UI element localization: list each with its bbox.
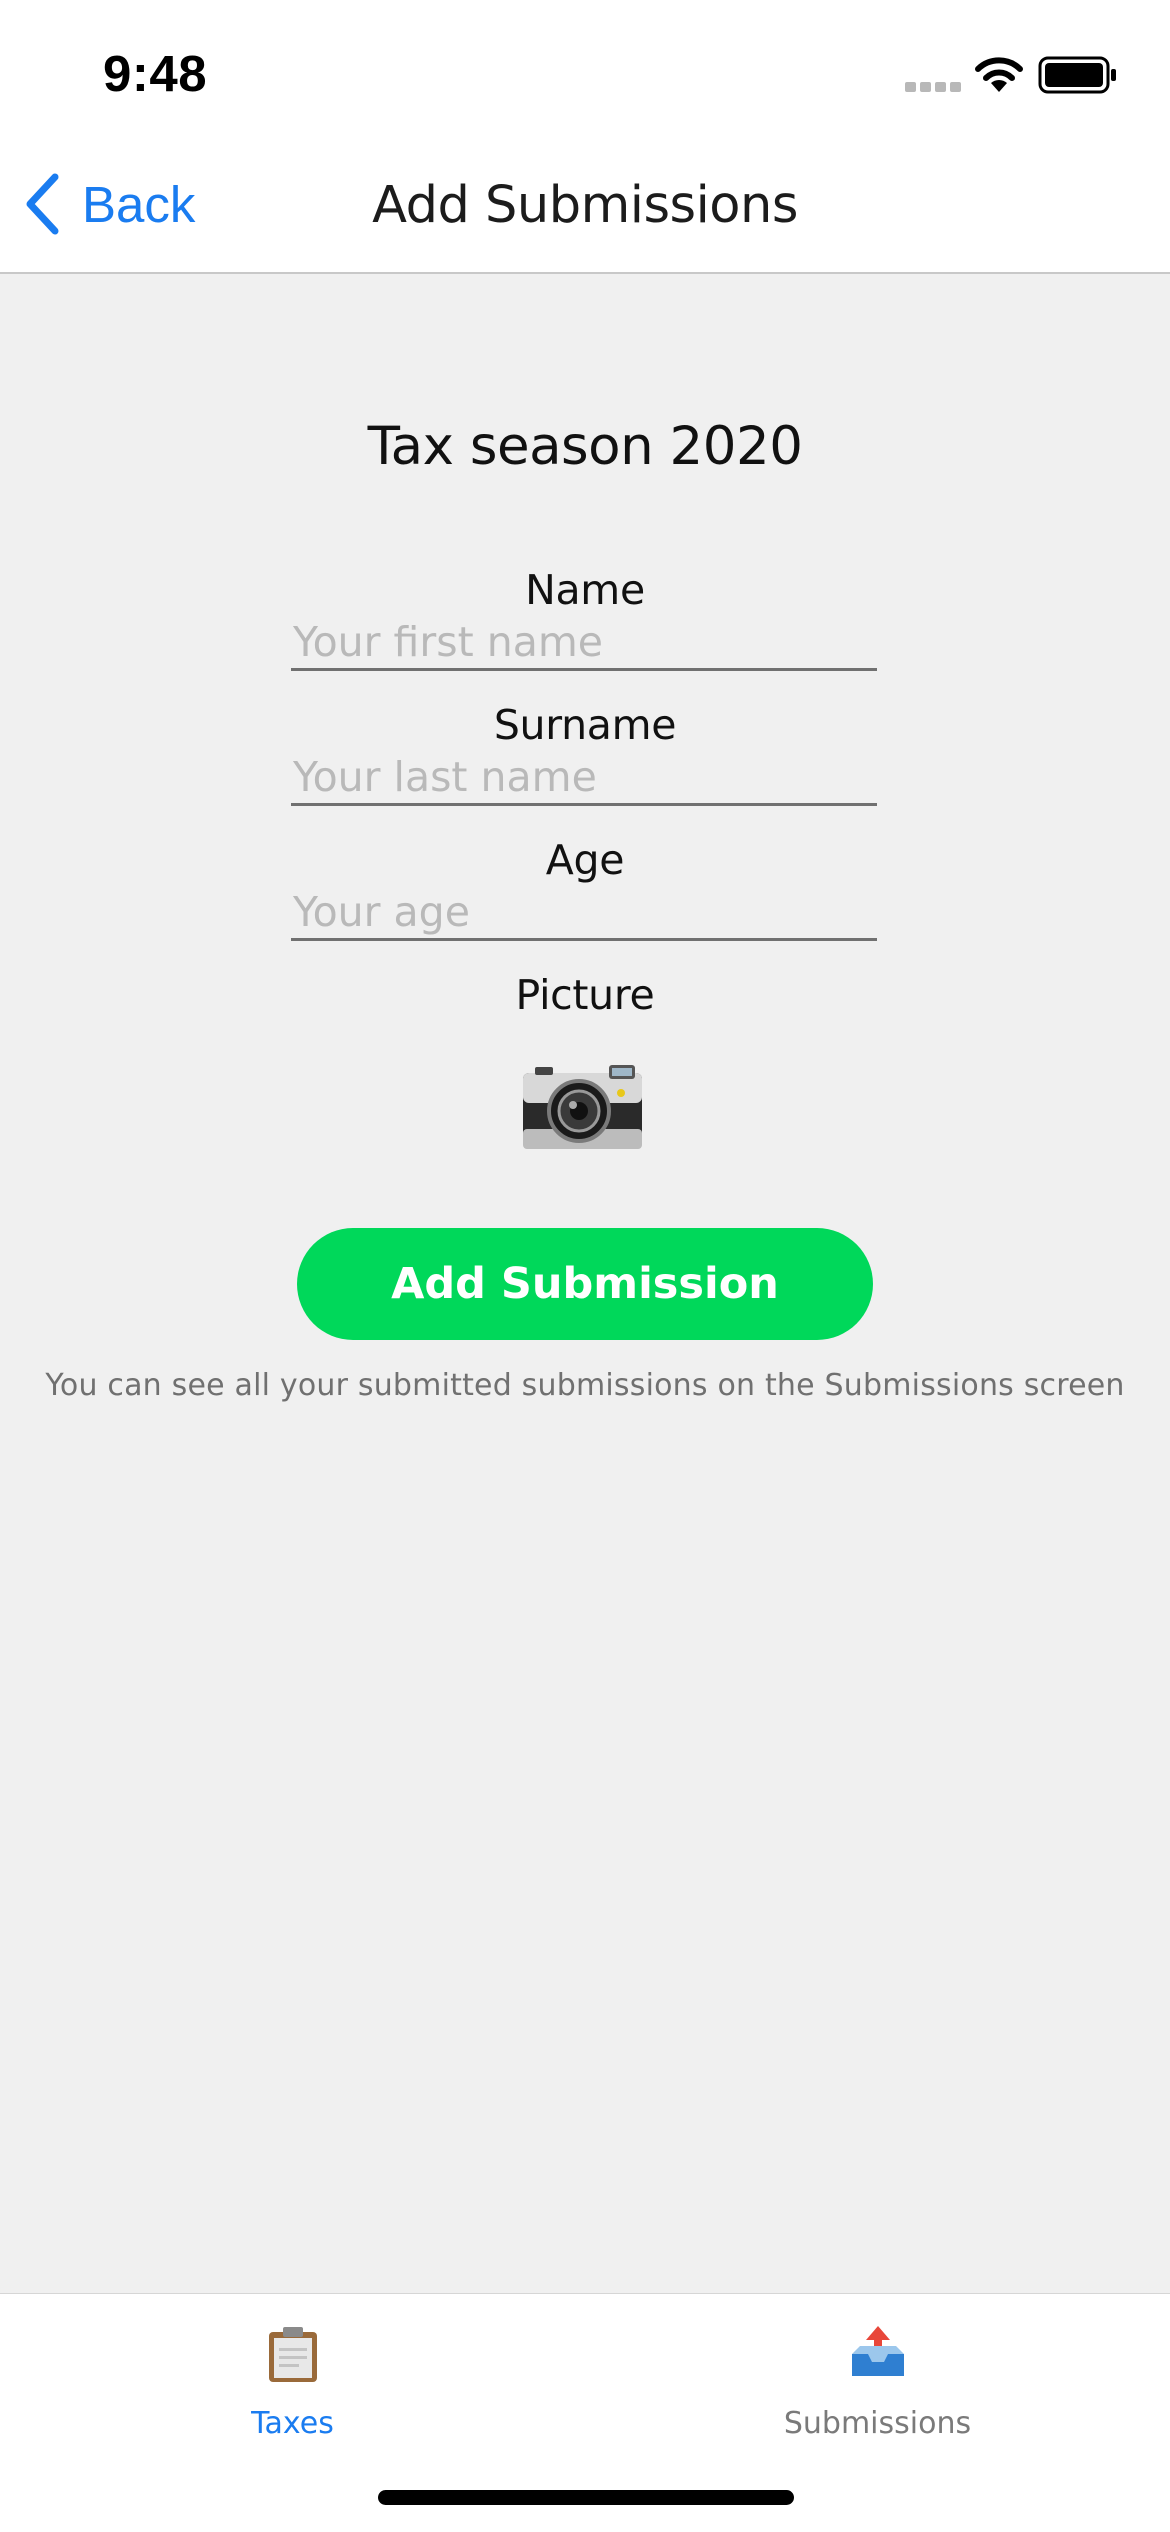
tab-submissions[interactable]: Submissions xyxy=(585,2294,1170,2444)
picture-label: Picture xyxy=(515,971,655,1019)
age-label: Age xyxy=(545,836,625,884)
page-title: Add Submissions xyxy=(372,176,798,235)
tab-taxes-label: Taxes xyxy=(251,2406,334,2441)
home-indicator xyxy=(378,2490,794,2505)
tab-taxes[interactable]: Taxes xyxy=(0,2294,585,2444)
age-input[interactable] xyxy=(291,885,877,941)
clipboard-icon xyxy=(268,2327,317,2382)
submission-form: Tax season 2020 Name Surname Age Picture… xyxy=(0,276,1170,2293)
wifi-icon xyxy=(975,57,1023,92)
hint-text: You can see all your submitted submissio… xyxy=(45,1368,1125,1403)
first-name-input[interactable] xyxy=(291,615,877,671)
last-name-input[interactable] xyxy=(291,750,877,806)
camera-icon[interactable] xyxy=(521,1063,644,1153)
tab-submissions-label: Submissions xyxy=(783,2406,972,2441)
navigation-bar: Back Add Submissions xyxy=(0,135,1170,274)
cellular-signal-icon xyxy=(905,82,961,94)
status-time: 9:48 xyxy=(103,45,208,102)
add-submission-button[interactable]: Add Submission xyxy=(297,1228,873,1340)
surname-label: Surname xyxy=(493,701,677,749)
name-label: Name xyxy=(525,566,645,614)
form-title: Tax season 2020 xyxy=(367,416,803,477)
status-bar: 9:48 xyxy=(0,0,1170,135)
outbox-tray-icon xyxy=(851,2326,904,2376)
battery-icon xyxy=(1038,56,1116,94)
